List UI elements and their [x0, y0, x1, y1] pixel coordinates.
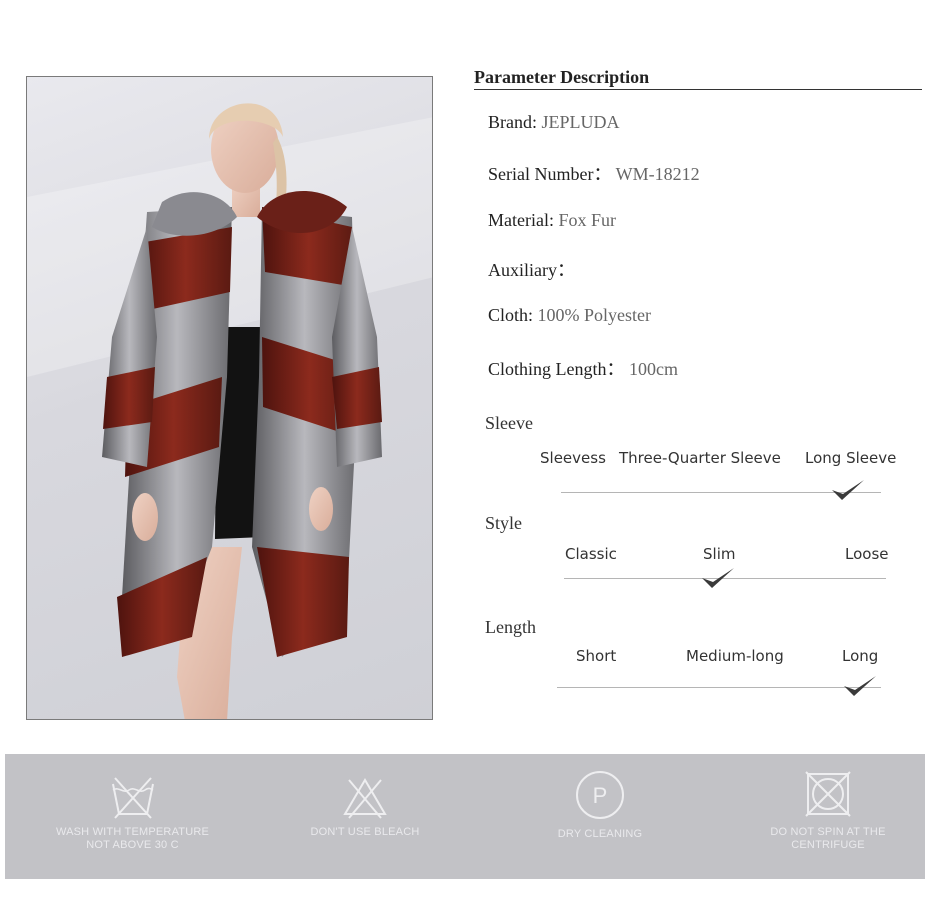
length-option: Short — [576, 647, 617, 665]
spec-value: Fox Fur — [558, 210, 616, 230]
spec-label: Serial Number： — [488, 164, 612, 184]
checkmark-icon — [844, 676, 876, 696]
spec-clothing-length: Clothing Length： 100cm — [488, 355, 678, 381]
parameter-title: Parameter Description — [474, 67, 650, 87]
care-label: WASH WITH TEMPERATURE — [55, 826, 210, 838]
spec-value: WM-18212 — [615, 164, 700, 184]
length-scale-track — [557, 687, 881, 688]
spec-value: 100cm — [629, 359, 678, 379]
care-item-bleach: DON'T USE BLEACH — [290, 774, 440, 839]
wash-30-icon — [111, 777, 154, 819]
style-scale-title: Style — [485, 513, 523, 533]
sleeve-scale-title: Sleeve — [485, 413, 533, 433]
spec-value: JEPLUDA — [541, 112, 620, 132]
care-instructions-band: WASH WITH TEMPERATURE NOT ABOVE 30 C DON… — [5, 754, 925, 879]
length-option: Long — [842, 647, 879, 665]
care-label: NOT ABOVE 30 C — [86, 839, 179, 851]
length-option: Medium-long — [686, 647, 784, 665]
care-label: DRY CLEANING — [557, 828, 643, 840]
spec-value: 100% Polyester — [537, 305, 651, 325]
title-divider — [474, 89, 922, 90]
length-scale-title: Length — [485, 617, 536, 637]
spec-label: Auxiliary： — [488, 260, 575, 280]
care-item-wash: WASH WITH TEMPERATURE NOT ABOVE 30 C — [45, 774, 220, 852]
care-label: CENTRIFUGE — [791, 839, 865, 851]
no-tumble-dry-icon — [805, 771, 851, 817]
care-label: DO NOT SPIN AT THE — [770, 826, 886, 838]
sleeve-option: Three-Quarter Sleeve — [619, 449, 781, 467]
spec-serial-number: Serial Number： WM-18212 — [488, 160, 700, 186]
dry-clean-p-icon: P — [576, 771, 624, 819]
care-item-spin: DO NOT SPIN AT THE CENTRIFUGE — [753, 768, 903, 852]
spec-brand: Brand: JEPLUDA — [488, 112, 620, 133]
spec-cloth: Cloth: 100% Polyester — [488, 305, 651, 326]
spec-label: Cloth: — [488, 305, 534, 325]
style-option: Classic — [565, 545, 617, 563]
sleeve-option: Sleevess — [540, 449, 606, 467]
style-option: Slim — [703, 545, 736, 563]
care-item-dry-cleaning: P DRY CLEANING — [525, 768, 675, 841]
dry-clean-symbol: P — [593, 783, 608, 808]
care-label: DON'T USE BLEACH — [310, 826, 420, 838]
checkmark-icon — [832, 480, 864, 500]
product-photo — [26, 76, 433, 720]
spec-label: Brand: — [488, 112, 537, 132]
checkmark-icon — [702, 568, 734, 588]
spec-auxiliary: Auxiliary： — [488, 256, 575, 282]
spec-material: Material: Fox Fur — [488, 210, 616, 231]
spec-label: Clothing Length： — [488, 359, 625, 379]
style-option: Loose — [845, 545, 889, 563]
sleeve-option: Long Sleeve — [805, 449, 897, 467]
no-bleach-icon — [343, 778, 387, 819]
model-illustration — [27, 103, 432, 719]
spec-label: Material: — [488, 210, 554, 230]
